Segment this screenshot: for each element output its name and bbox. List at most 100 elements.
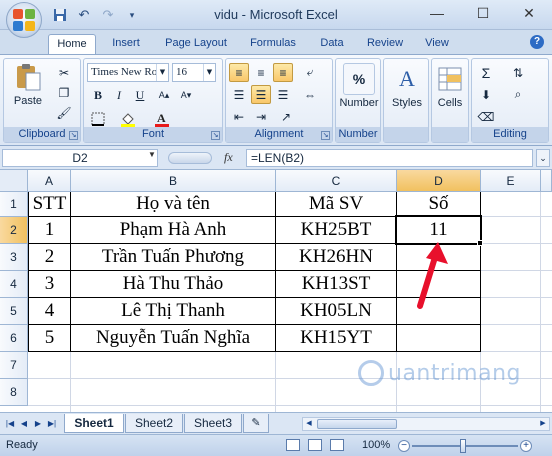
- font-color-icon[interactable]: A: [152, 109, 172, 128]
- cell-d1[interactable]: Số: [397, 192, 480, 216]
- cells-button[interactable]: Cells: [432, 63, 468, 109]
- row-header-3[interactable]: 3: [0, 244, 28, 271]
- zoom-slider[interactable]: − +: [398, 439, 532, 453]
- increase-indent-icon[interactable]: ⇥: [251, 107, 271, 126]
- tab-formulas[interactable]: Formulas: [242, 34, 304, 54]
- borders-icon[interactable]: [88, 109, 108, 128]
- close-button[interactable]: ✕: [506, 0, 552, 26]
- clear-icon[interactable]: ⌫: [476, 107, 496, 126]
- sheet-tab-sheet3[interactable]: Sheet3: [184, 414, 242, 433]
- font-name-dropdown-icon[interactable]: ▼: [156, 64, 168, 81]
- italic-icon[interactable]: I: [109, 86, 129, 105]
- align-left-icon[interactable]: ☰: [229, 85, 249, 104]
- first-sheet-icon[interactable]: |◀: [4, 417, 16, 431]
- formula-bar-splitter[interactable]: [168, 152, 212, 164]
- copy-icon[interactable]: ❐: [54, 83, 74, 102]
- cell-c5[interactable]: KH05LN: [276, 298, 396, 324]
- sort-filter-icon[interactable]: ⇅: [508, 63, 528, 82]
- cut-icon[interactable]: ✂: [54, 63, 74, 82]
- cell-c3[interactable]: KH26HN: [276, 244, 396, 270]
- wrap-text-icon[interactable]: ⤶: [300, 63, 320, 82]
- cell-a1[interactable]: STT: [29, 192, 70, 216]
- font-launcher-icon[interactable]: ↘: [211, 131, 220, 140]
- font-size-combo[interactable]: 16 ▼: [172, 63, 216, 82]
- decrease-indent-icon[interactable]: ⇤: [229, 107, 249, 126]
- minimize-button[interactable]: —: [414, 0, 460, 26]
- cell-b5[interactable]: Lê Thị Thanh: [71, 298, 275, 324]
- cell-a6[interactable]: 5: [29, 325, 70, 351]
- row-header-7[interactable]: 7: [0, 352, 28, 379]
- align-bottom-icon[interactable]: ≡: [273, 63, 293, 82]
- prev-sheet-icon[interactable]: ◀: [18, 417, 30, 431]
- align-right-icon[interactable]: ☰: [273, 85, 293, 104]
- cell-a2[interactable]: 1: [29, 217, 70, 243]
- fill-handle[interactable]: [477, 240, 483, 246]
- zoom-thumb[interactable]: [460, 439, 466, 453]
- format-painter-icon[interactable]: 🖌: [54, 103, 74, 122]
- cell-a3[interactable]: 2: [29, 244, 70, 270]
- styles-button[interactable]: A Styles: [386, 63, 428, 109]
- normal-view-icon[interactable]: [286, 439, 300, 451]
- cell-c1[interactable]: Mã SV: [276, 192, 396, 216]
- row-header-4[interactable]: 4: [0, 271, 28, 298]
- fill-icon[interactable]: ⬇: [476, 85, 496, 104]
- page-layout-view-icon[interactable]: [308, 439, 322, 451]
- tab-home[interactable]: Home: [48, 34, 96, 55]
- align-middle-icon[interactable]: ≡: [251, 63, 271, 82]
- sheet-tab-sheet1[interactable]: Sheet1: [64, 414, 124, 433]
- scroll-right-icon[interactable]: ▶: [538, 418, 548, 430]
- expand-formula-bar-icon[interactable]: ⌄: [536, 149, 550, 167]
- cell-b6[interactable]: Nguyễn Tuấn Nghĩa: [71, 325, 275, 351]
- row-header-8[interactable]: 8: [0, 379, 28, 406]
- underline-icon[interactable]: U: [130, 86, 150, 105]
- cell-b1[interactable]: Họ và tên: [71, 192, 275, 216]
- grow-font-icon[interactable]: A▴: [154, 86, 174, 105]
- insert-sheet-icon[interactable]: ✎: [243, 414, 269, 433]
- tab-view[interactable]: View: [418, 34, 456, 54]
- next-sheet-icon[interactable]: ▶: [32, 417, 44, 431]
- tab-review[interactable]: Review: [360, 34, 410, 54]
- orientation-icon[interactable]: ↗: [276, 107, 296, 126]
- align-center-icon[interactable]: ☰: [251, 85, 271, 104]
- find-select-icon[interactable]: ⌕: [508, 85, 528, 104]
- row-header-6[interactable]: 6: [0, 325, 28, 352]
- column-header-f[interactable]: [541, 170, 552, 192]
- formula-input[interactable]: =LEN(B2): [246, 149, 533, 167]
- tab-data[interactable]: Data: [312, 34, 352, 54]
- shrink-font-icon[interactable]: A▾: [176, 86, 196, 105]
- zoom-level[interactable]: 100%: [362, 439, 390, 451]
- worksheet-grid[interactable]: A B C D E 1 2 3 4 5 6 7 8 STT Họ và tên …: [0, 170, 552, 412]
- last-sheet-icon[interactable]: ▶|: [46, 417, 58, 431]
- name-box[interactable]: D2: [2, 149, 158, 167]
- font-name-combo[interactable]: Times New Ro ▼: [87, 63, 169, 82]
- row-header-5[interactable]: 5: [0, 298, 28, 325]
- cell-d6[interactable]: [397, 325, 480, 351]
- help-icon[interactable]: ?: [530, 35, 544, 49]
- number-button[interactable]: % Number: [338, 63, 380, 109]
- cell-c4[interactable]: KH13ST: [276, 271, 396, 297]
- row-header-1[interactable]: 1: [0, 192, 28, 217]
- cell-a5[interactable]: 4: [29, 298, 70, 324]
- tab-page-layout[interactable]: Page Layout: [158, 34, 234, 54]
- align-top-icon[interactable]: ≡: [229, 63, 249, 82]
- maximize-button[interactable]: ☐: [460, 0, 506, 26]
- cell-c6[interactable]: KH15YT: [276, 325, 396, 351]
- insert-function-icon[interactable]: fx: [224, 150, 233, 165]
- cell-b4[interactable]: Hà Thu Thảo: [71, 271, 275, 297]
- cell-c2[interactable]: KH25BT: [276, 217, 396, 243]
- scroll-left-icon[interactable]: ◀: [304, 418, 314, 430]
- column-header-d[interactable]: D: [397, 170, 481, 192]
- tab-insert[interactable]: Insert: [104, 34, 148, 54]
- cell-a4[interactable]: 3: [29, 271, 70, 297]
- cell-b2[interactable]: Phạm Hà Anh: [71, 217, 275, 243]
- autosum-icon[interactable]: Σ: [476, 63, 496, 82]
- office-button[interactable]: [6, 2, 42, 38]
- horizontal-scrollbar[interactable]: ◀ ▶: [302, 417, 550, 431]
- page-break-view-icon[interactable]: [330, 439, 344, 451]
- scrollbar-thumb[interactable]: [317, 419, 397, 429]
- column-header-e[interactable]: E: [481, 170, 541, 192]
- cell-b3[interactable]: Trần Tuấn Phương: [71, 244, 275, 270]
- column-header-b[interactable]: B: [71, 170, 276, 192]
- zoom-in-icon[interactable]: +: [520, 440, 532, 452]
- select-all-corner[interactable]: [0, 170, 28, 192]
